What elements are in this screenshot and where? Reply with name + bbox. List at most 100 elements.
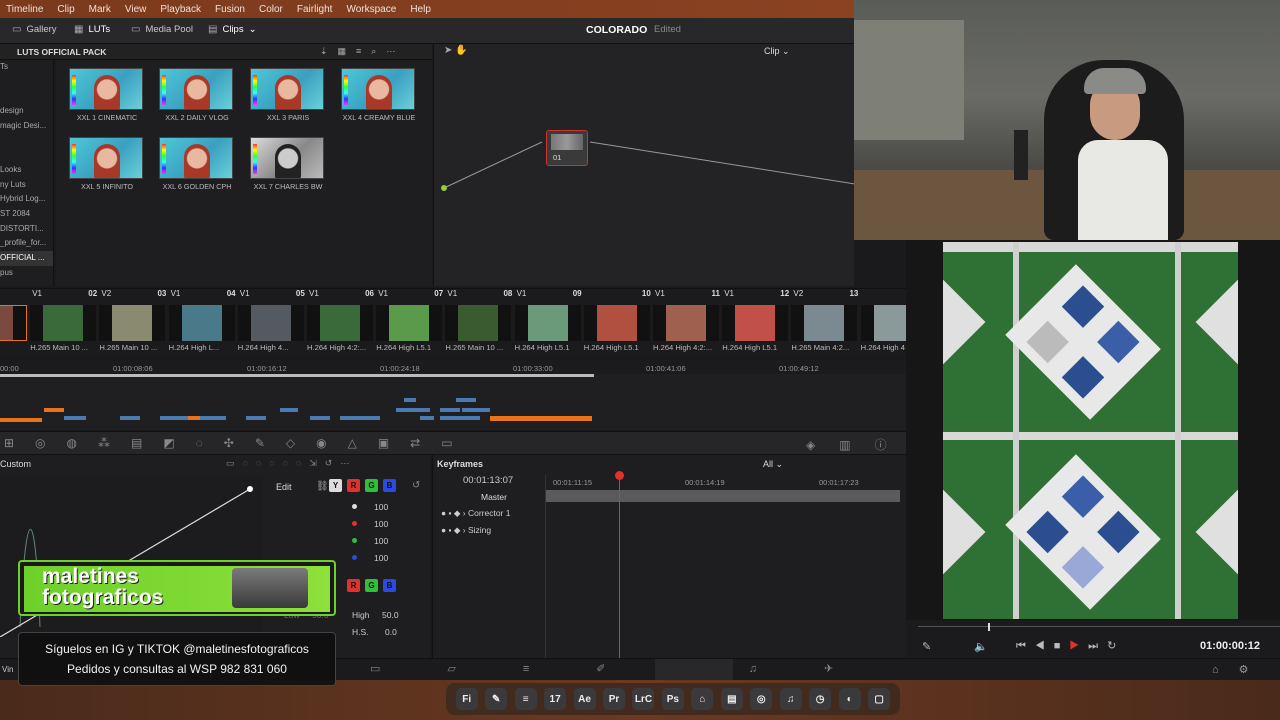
menu-item[interactable]: Playback [160, 4, 201, 15]
dock-app-icon[interactable]: ◎ [750, 688, 773, 710]
menu-item[interactable]: Workspace [346, 4, 396, 15]
soft-clip-b[interactable]: B [383, 579, 396, 592]
dock-app-icon[interactable]: ⌂ [691, 688, 714, 710]
scrubber-track[interactable] [918, 626, 1280, 627]
playback-controls[interactable]: ⏮◀■▶⏭↻ [1016, 639, 1125, 653]
clip-item[interactable]: V1 02 H.265 Main 10 ... [30, 289, 99, 357]
luts-button[interactable]: ▦ LUTs [74, 24, 110, 35]
clip-item[interactable]: V1 12 H.264 High L5.1 [722, 289, 791, 357]
link-icon[interactable]: ⛓ [316, 481, 329, 492]
lut-thumbnail[interactable]: XXL 6 GOLDEN CPH [159, 137, 235, 191]
menu-item[interactable]: Help [410, 4, 431, 15]
lut-sidebar[interactable]: Ts design magic Desi... Looks ny Luts Hybrid … [0, 60, 54, 286]
eyedropper-icon[interactable]: ✎ [922, 640, 931, 653]
scrubber-handle[interactable] [988, 623, 990, 631]
g-channel-button[interactable]: G [365, 479, 378, 492]
b-channel-button[interactable]: B [383, 479, 396, 492]
soft-clip-r[interactable]: R [347, 579, 360, 592]
media-pool-button[interactable]: ▭ Media Pool [131, 24, 193, 35]
g-intensity[interactable]: 100 [374, 536, 388, 546]
node-editor[interactable]: ➤ ✋ Clip ⌄ 01 [433, 44, 855, 286]
dock-app-icon[interactable]: Fi [455, 688, 478, 710]
lut-folder-item[interactable] [0, 89, 53, 104]
lut-thumbnail[interactable]: XXL 2 DAILY VLOG [159, 68, 235, 122]
dock-app-icon[interactable]: ◐ [838, 688, 861, 710]
menu-item[interactable]: Fusion [215, 4, 245, 15]
reset-icon[interactable]: ↺ [412, 480, 420, 491]
high-value[interactable]: 50.0 [382, 610, 399, 620]
menu-item[interactable]: Mark [89, 4, 111, 15]
r-channel-button[interactable]: R [347, 479, 360, 492]
curves-tool-icons[interactable]: ▭◌◌◌◌◌⇲↺⋯ [226, 458, 357, 469]
clip-item[interactable]: V1 [0, 289, 30, 357]
lut-folder-item[interactable]: DISTORTI... [0, 222, 53, 237]
lut-folder-item[interactable] [0, 75, 53, 90]
y-channel-button[interactable]: Y [329, 479, 342, 492]
hs-value[interactable]: 0.0 [385, 627, 397, 637]
color-page-tab[interactable] [655, 659, 733, 681]
dock-app-icon[interactable]: ✎ [485, 688, 508, 710]
lut-folder-item[interactable]: Hybrid Log... [0, 192, 53, 207]
menu-item[interactable]: Timeline [6, 4, 43, 15]
dock-app-icon[interactable]: ▢ [868, 688, 891, 710]
dock-app-icon[interactable]: 17 [544, 688, 567, 710]
clips-button[interactable]: ▤ Clips ⌄ [208, 24, 257, 35]
dock-app-icon[interactable]: Pr [602, 688, 625, 710]
lut-thumbnail[interactable]: XXL 3 PARIS [250, 68, 326, 122]
master-track[interactable] [546, 490, 900, 502]
dock-app-icon[interactable]: ◷ [809, 688, 832, 710]
lut-folder-item[interactable]: ny Luts [0, 178, 53, 193]
mini-timeline[interactable] [0, 374, 906, 430]
r-intensity[interactable]: 100 [374, 519, 388, 529]
menu-item[interactable]: Color [259, 4, 283, 15]
clip-item[interactable]: V1 08 H.265 Main 10 ... [445, 289, 514, 357]
lut-folder-item[interactable]: Ts [0, 60, 53, 75]
keyframe-filter[interactable]: All ⌄ [763, 459, 783, 470]
kf-playhead-handle[interactable] [615, 471, 624, 480]
soft-clip-g[interactable]: G [365, 579, 378, 592]
lut-folder-item[interactable] [0, 133, 53, 148]
lut-thumbnail[interactable]: XXL 1 CINEMATIC [69, 68, 145, 122]
page-tabs[interactable]: ▭▱≡✐✺♫✈ [370, 662, 900, 675]
dock-app-icon[interactable]: Ae [573, 688, 596, 710]
dock-app-icon[interactable]: ▤ [720, 688, 743, 710]
dock-app-icon[interactable]: LrC [632, 688, 655, 710]
clip-item[interactable]: V1 04 H.264 High L... [168, 289, 238, 357]
dock-app-icon[interactable]: Ps [661, 688, 684, 710]
gallery-button[interactable]: ▭ Gallery [12, 24, 57, 35]
menu-item[interactable]: View [125, 4, 147, 15]
menu-item[interactable]: Clip [57, 4, 74, 15]
clip-item[interactable]: V1 06 H.264 High 4:2:... [307, 289, 376, 357]
lut-folder-item[interactable]: ST 2084 [0, 207, 53, 222]
lut-folder-item[interactable]: _profile_for... [0, 236, 53, 251]
y-intensity[interactable]: 100 [374, 502, 388, 512]
color-tool-icons[interactable]: ⊞◎◍⁂▤◩◌✣✎◇◉△▣⇄▭ [4, 436, 474, 450]
home-settings-icons[interactable]: ⌂⚙ [1212, 663, 1269, 676]
menu-item[interactable]: Fairlight [297, 4, 333, 15]
right-tool-icons[interactable]: ◈▥ⓘ [806, 436, 911, 453]
lut-folder-item[interactable]: pus [0, 266, 53, 281]
color-node-01[interactable]: 01 [546, 130, 588, 166]
clip-item[interactable]: 10 H.264 High L5.1 [583, 289, 653, 357]
lut-thumbnail[interactable]: XXL 7 CHARLES BW [250, 137, 326, 191]
clip-item[interactable]: V1 07 H.264 High L5.1 [376, 289, 445, 357]
lut-folder-item[interactable]: magic Desi... [0, 119, 53, 134]
lut-folder-item[interactable]: OFFICIAL ... [0, 250, 53, 266]
clip-item[interactable]: V1 05 H.264 High 4... [237, 289, 307, 357]
lut-thumbnail[interactable]: XXL 5 INFINITO [69, 137, 145, 191]
volume-icon[interactable]: 🔈 [974, 640, 988, 653]
lut-folder-item[interactable]: design [0, 104, 53, 119]
b-intensity[interactable]: 100 [374, 553, 388, 563]
clip-item[interactable]: V1 11 H.264 High 4:2:... [653, 289, 722, 357]
lut-folder-item[interactable]: Looks [0, 163, 53, 178]
kf-row-corrector[interactable]: ● ▪ ◆ › Corrector 1 [441, 508, 510, 519]
clip-item[interactable]: V2 03 H.265 Main 10 ... [99, 289, 168, 357]
lut-thumbnail[interactable]: XXL 4 CREAMY BLUE [341, 68, 417, 122]
clip-item[interactable]: V1 09 H.264 High L5.1 [514, 289, 584, 357]
dock-app-icon[interactable]: ≡ [514, 688, 537, 710]
kf-playhead[interactable] [619, 472, 620, 665]
lut-view-icons[interactable]: ⇣▦≡⌕⋯ [320, 46, 405, 57]
lut-folder-item[interactable] [0, 148, 53, 163]
clip-item[interactable]: V2 13 H.265 Main 4:2... [791, 289, 860, 357]
dock-app-icon[interactable]: ♫ [779, 688, 802, 710]
